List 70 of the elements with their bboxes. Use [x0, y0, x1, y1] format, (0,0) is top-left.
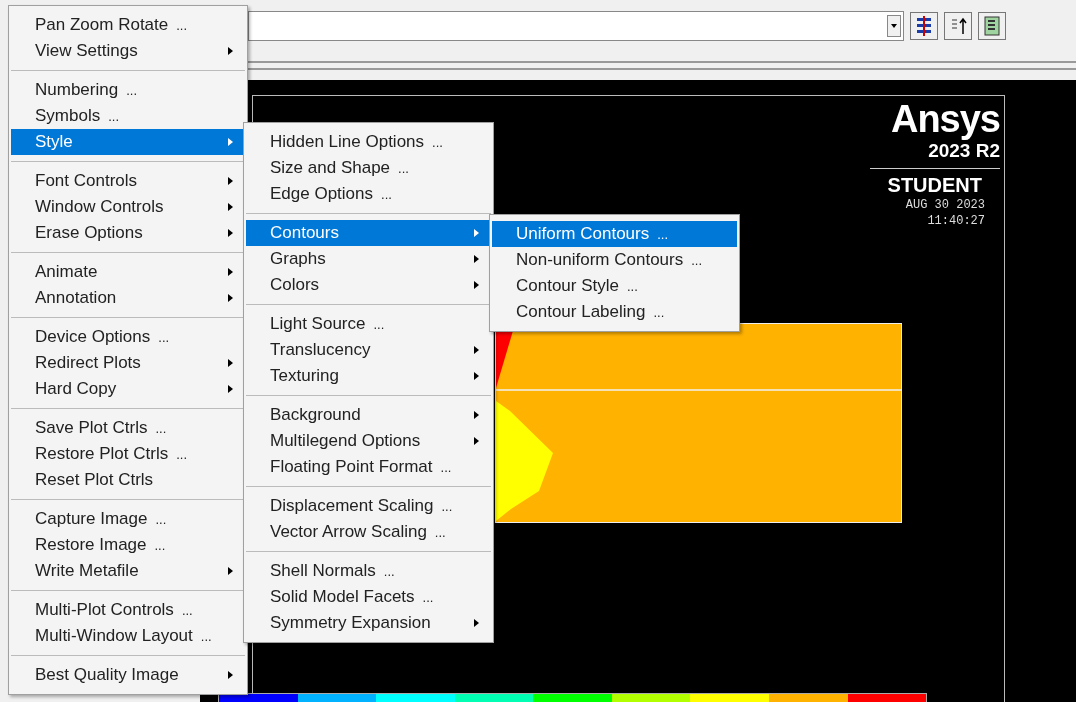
- time-label: 11:40:27: [927, 213, 985, 229]
- menu-item[interactable]: Best Quality Image: [11, 662, 245, 688]
- menu-item[interactable]: Font Controls: [11, 168, 245, 194]
- submenu-arrow-icon: [474, 411, 479, 419]
- submenu-arrow-icon: [228, 294, 233, 302]
- submenu-arrow-icon: [474, 619, 479, 627]
- menu-item[interactable]: Restore Image ...: [11, 532, 245, 558]
- date-label: AUG 30 2023: [905, 197, 985, 213]
- menu-item[interactable]: Uniform Contours ...: [492, 221, 737, 247]
- menu-item[interactable]: Edge Options ...: [246, 181, 491, 207]
- menu-item[interactable]: Light Source ...: [246, 311, 491, 337]
- menu-item[interactable]: View Settings: [11, 38, 245, 64]
- menu-item[interactable]: Numbering ...: [11, 77, 245, 103]
- menu-item[interactable]: Symbols ...: [11, 103, 245, 129]
- menu-item[interactable]: Animate: [11, 259, 245, 285]
- edition-label: STUDENT: [887, 173, 982, 197]
- submenu-arrow-icon: [228, 229, 233, 237]
- menu-item[interactable]: Reset Plot Ctrls: [11, 467, 245, 493]
- menu-item[interactable]: Vector Arrow Scaling ...: [246, 519, 491, 545]
- submenu-arrow-icon: [474, 437, 479, 445]
- submenu-arrow-icon: [228, 385, 233, 393]
- menu-item[interactable]: Hidden Line Options ...: [246, 129, 491, 155]
- menu-item[interactable]: Write Metafile: [11, 558, 245, 584]
- sort-up-icon[interactable]: [944, 12, 972, 40]
- menu-item[interactable]: Floating Point Format ...: [246, 454, 491, 480]
- menu-item[interactable]: Contour Style ...: [492, 273, 737, 299]
- menu-item[interactable]: Symmetry Expansion: [246, 610, 491, 636]
- submenu-arrow-icon: [474, 229, 479, 237]
- panel-icon[interactable]: [978, 12, 1006, 40]
- submenu-arrow-icon: [228, 138, 233, 146]
- menu-item[interactable]: Pan Zoom Rotate ...: [11, 12, 245, 38]
- menu-item[interactable]: Displacement Scaling ...: [246, 493, 491, 519]
- menu-item[interactable]: Multilegend Options: [246, 428, 491, 454]
- menu-item[interactable]: Window Controls: [11, 194, 245, 220]
- menu-item[interactable]: Graphs: [246, 246, 491, 272]
- menu-item[interactable]: Device Options ...: [11, 324, 245, 350]
- version-label: 2023 R2: [928, 140, 1000, 162]
- menu-item[interactable]: Restore Plot Ctrls ...: [11, 441, 245, 467]
- submenu-arrow-icon: [474, 372, 479, 380]
- menu-item[interactable]: Contours: [246, 220, 491, 246]
- layers-icon[interactable]: [910, 12, 938, 40]
- submenu-arrow-icon: [228, 671, 233, 679]
- submenu-arrow-icon: [228, 359, 233, 367]
- submenu-arrow-icon: [474, 281, 479, 289]
- menu-item[interactable]: Shell Normals ...: [246, 558, 491, 584]
- menu-item[interactable]: Solid Model Facets ...: [246, 584, 491, 610]
- menu-item[interactable]: Non-uniform Contours ...: [492, 247, 737, 273]
- menu-item[interactable]: Annotation: [11, 285, 245, 311]
- menu-item[interactable]: Erase Options: [11, 220, 245, 246]
- menu-item[interactable]: Multi-Plot Controls ...: [11, 597, 245, 623]
- menu-item[interactable]: Multi-Window Layout ...: [11, 623, 245, 649]
- menu-item[interactable]: Colors: [246, 272, 491, 298]
- menu-item[interactable]: Save Plot Ctrls ...: [11, 415, 245, 441]
- submenu-arrow-icon: [474, 346, 479, 354]
- menu-item[interactable]: Size and Shape ...: [246, 155, 491, 181]
- menu-item[interactable]: Translucency: [246, 337, 491, 363]
- submenu-arrow-icon: [228, 47, 233, 55]
- submenu-arrow-icon: [228, 203, 233, 211]
- menu-item[interactable]: Capture Image ...: [11, 506, 245, 532]
- menu-item[interactable]: Texturing: [246, 363, 491, 389]
- menu-item[interactable]: Style: [11, 129, 245, 155]
- menu-item[interactable]: Contour Labeling ...: [492, 299, 737, 325]
- menu-item[interactable]: Background: [246, 402, 491, 428]
- submenu-arrow-icon: [228, 567, 233, 575]
- submenu-arrow-icon: [228, 177, 233, 185]
- submenu-arrow-icon: [474, 255, 479, 263]
- menu-item[interactable]: Redirect Plots: [11, 350, 245, 376]
- menu-item[interactable]: Hard Copy: [11, 376, 245, 402]
- submenu-arrow-icon: [228, 268, 233, 276]
- logo-wordmark: Ansys: [890, 98, 1000, 140]
